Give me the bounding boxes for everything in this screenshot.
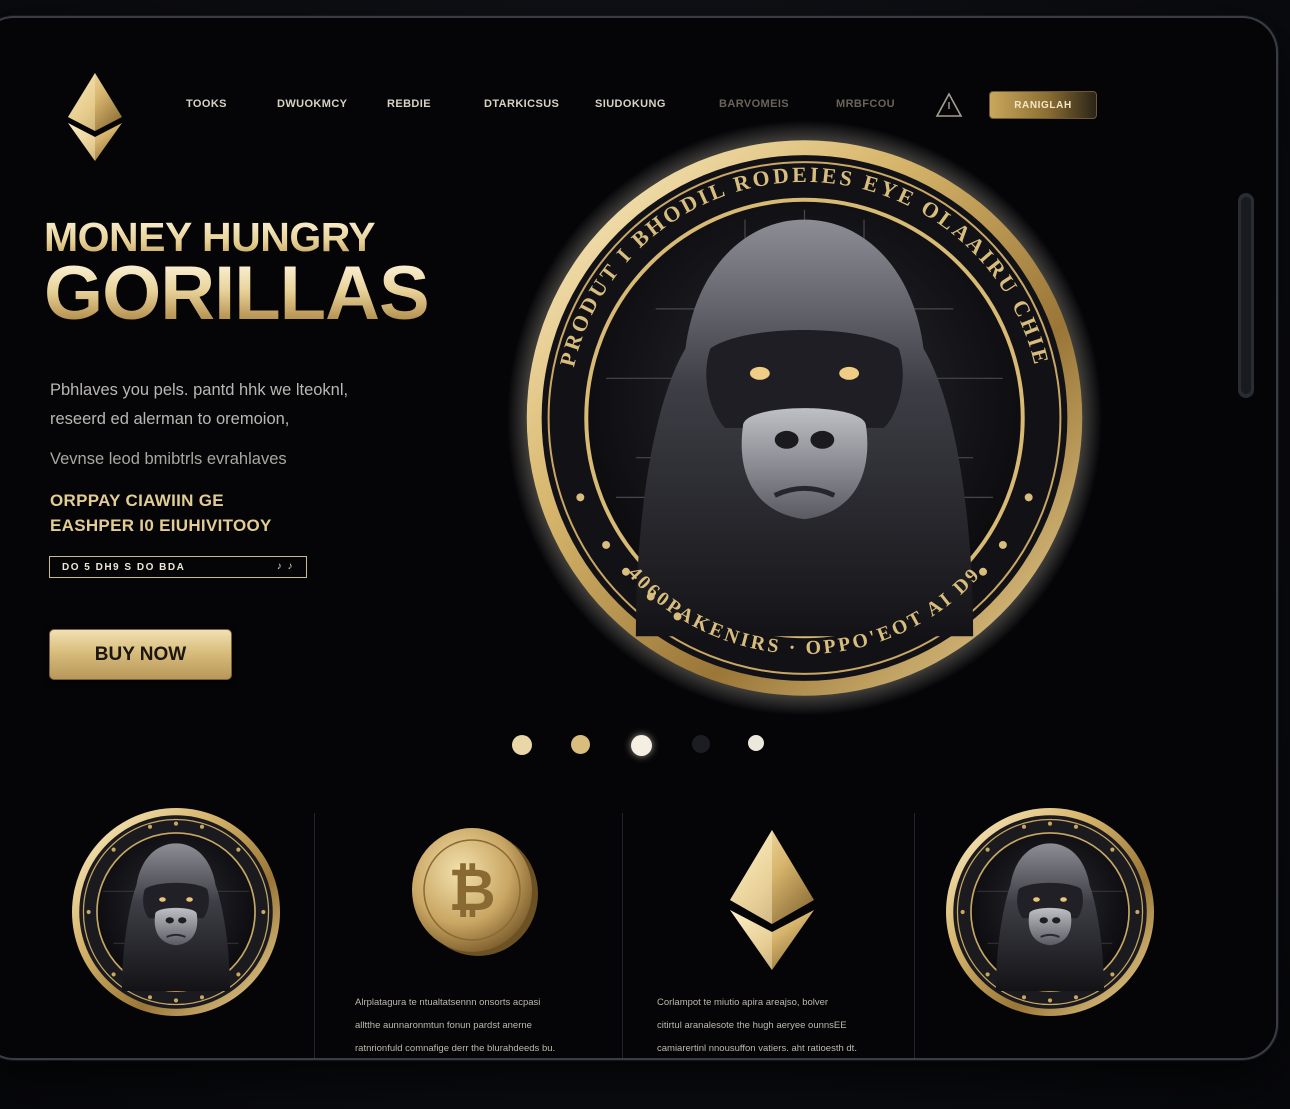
scrollbar-thumb[interactable] [1241,197,1251,394]
browser-window: TOOKS DWUOKMCY REBDIE DTARKICSUS SIUDOKU… [0,18,1276,1058]
hero-description-line2: reseerd ed alerman to oremoion, [50,410,290,428]
hero-subtext: Vevnse leod bmibtrls evrahlaves [50,450,287,468]
carousel-dot-3-active[interactable] [631,735,652,756]
gorilla-coin-feature-1 [70,806,282,1018]
carousel-dot-5[interactable] [748,735,764,751]
feature-2-caption: Alrplatagura te ntualtatsennn onsorts ac… [355,991,555,1058]
feature-2-caption-line3: ratnrionfuld comnafige derr the blurahde… [355,1043,556,1054]
nav-item-4[interactable]: DTARKICSUS [484,98,559,110]
feature-3-caption: Corlampot te miutio apira areajso, bolve… [657,991,857,1058]
login-button[interactable]: RANIGLAH [989,91,1097,119]
nav-item-2[interactable]: DWUOKMCY [277,98,347,110]
feature-3-caption-line1: Corlampot te miutio apira areajso, bolve… [657,997,829,1008]
carousel-dot-4[interactable] [692,735,710,753]
hero-title-line2: GORILLAS [44,251,430,336]
nav-item-1[interactable]: TOOKS [186,98,227,110]
warning-triangle-icon[interactable] [935,92,963,118]
nav-item-3[interactable]: REBDIE [387,98,431,110]
gorilla-coin-feature-4 [944,806,1156,1018]
carousel-dot-2[interactable] [571,735,590,754]
vertical-scrollbar[interactable] [1238,193,1254,398]
wallet-input-value: DO 5 DH9 S DO BDA [62,561,186,573]
feature-3-caption-line2: citirtul aranalesote the hugh aeryee oun… [657,1020,847,1031]
nav-item-5[interactable]: SIUDOKUNG [595,98,666,110]
hero-highlight-line1: ORPPAY CIAWIIN GE [50,491,224,510]
hero-highlight: ORPPAY CIAWIIN GE EASHPER I0 EIUHIVITOOY [50,488,272,538]
feature-divider-2 [622,813,623,1058]
bitcoin-coin-feature: ₿ [412,828,538,956]
hero-highlight-line2: EASHPER I0 EIUHIVITOOY [50,516,272,535]
buy-now-button[interactable]: BUY NOW [49,629,232,680]
feature-divider-3 [914,813,915,1058]
feature-3-caption-line3: camiarertinl nnousuffon vatiers. aht rat… [657,1043,857,1054]
feature-2-caption-line1: Alrplatagura te ntualtatsennn onsorts ac… [355,997,541,1008]
hero-description: Pbhlaves you pels. pantd hhk we lteoknl,… [50,376,348,434]
carousel-dot-1[interactable] [512,735,532,755]
ethereum-feature-icon [730,830,814,970]
bitcoin-symbol-icon: ₿ [448,856,495,924]
ethereum-logo-icon[interactable] [68,73,122,161]
feature-2-caption-line2: alltthe aunnaronmtun fonun pardst anerne [355,1020,532,1031]
hero-description-line1: Pbhlaves you pels. pantd hhk we lteoknl, [50,381,349,399]
gorilla-coin-hero-image: PRODUT I BHODIL RODEIES EYE OLAAIRU CHIE… [506,120,1103,716]
wallet-input-field[interactable]: DO 5 DH9 S DO BDA ♪ ♪ [49,556,307,578]
nav-item-6[interactable]: BARVOMEIS [719,98,789,110]
input-action-icons[interactable]: ♪ ♪ [277,561,294,572]
top-navigation: TOOKS DWUOKMCY REBDIE DTARKICSUS SIUDOKU… [186,98,1276,114]
nav-item-7[interactable]: MRBFCOU [836,98,895,110]
feature-divider-1 [314,813,315,1058]
